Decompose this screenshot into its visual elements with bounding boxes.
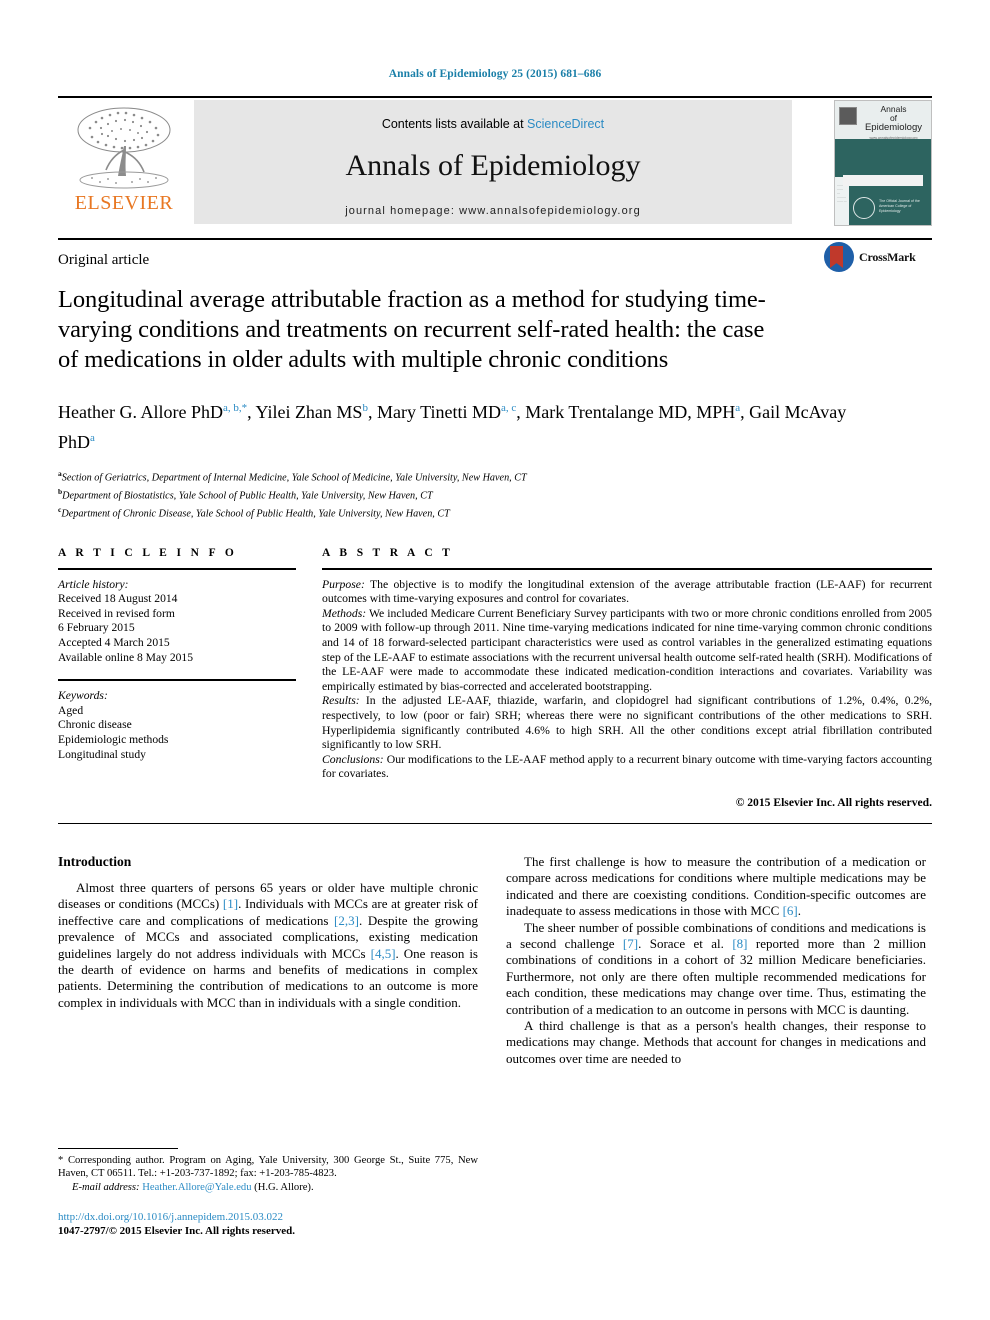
history-item: 6 February 2015 — [58, 621, 135, 635]
journal-title: Annals of Epidemiology — [345, 149, 641, 182]
section-heading-introduction: Introduction — [58, 853, 132, 869]
history-item: Available online 8 May 2015 — [58, 650, 194, 664]
keywords-block: Keywords: Aged Chronic disease Epidemiol… — [58, 689, 296, 762]
affiliation-list: aSection of Geriatrics, Department of In… — [58, 467, 932, 521]
affiliation-text: Department of Chronic Disease, Yale Scho… — [61, 508, 450, 520]
history-item: Accepted 4 March 2015 — [58, 636, 170, 650]
abstract-rule — [322, 567, 932, 570]
doi-block: http://dx.doi.org/10.1016/j.annepidem.20… — [58, 1210, 478, 1238]
journal-band: Contents lists available at ScienceDirec… — [194, 100, 792, 224]
abstract-paragraph: Conclusions: Our modifications to the LE… — [322, 753, 932, 782]
abstract-lead: Conclusions: — [322, 752, 384, 766]
body-paragraph: A third challenge is that as a person's … — [506, 1018, 926, 1066]
doi-link[interactable]: http://dx.doi.org/10.1016/j.annepidem.20… — [58, 1210, 478, 1224]
history-item: Received 18 August 2014 — [58, 592, 178, 606]
affiliation-item: aSection of Geriatrics, Department of In… — [58, 467, 932, 485]
masthead-top-rule — [58, 96, 932, 98]
abstract-text: In the adjusted LE-AAF, thiazide, warfar… — [322, 694, 932, 752]
cover-seal-text: The Official Journal of the American Col… — [879, 199, 920, 213]
crossmark-badge[interactable]: CrossMark — [824, 242, 932, 272]
elsevier-tree-icon — [77, 107, 171, 189]
abstract-paragraph: Purpose: The objective is to modify the … — [322, 578, 932, 607]
cover-title: Annals of Epidemiology www.annalsofepide… — [859, 105, 928, 143]
footnote-rule — [58, 1148, 178, 1149]
abstract-bottom-rule — [58, 822, 932, 824]
citation-ref[interactable]: [8] — [732, 936, 747, 951]
running-head: Annals of Epidemiology 25 (2015) 681–686 — [388, 68, 602, 80]
history-item: Received in revised form — [58, 606, 175, 620]
email-link[interactable]: Heather.Allore@Yale.edu — [142, 1182, 251, 1193]
email-suffix: (H.G. Allore). — [251, 1181, 314, 1193]
journal-homepage[interactable]: journal homepage: www.annalsofepidemiolo… — [194, 205, 792, 217]
corresponding-author-note: * Corresponding author. Program on Aging… — [58, 1154, 478, 1194]
crossmark-icon — [824, 242, 854, 272]
keyword-item: Aged — [58, 703, 84, 717]
crossmark-label: CrossMark — [859, 249, 916, 264]
contents-available-line: Contents lists available at ScienceDirec… — [194, 100, 792, 131]
page-title: Longitudinal average attributable fracti… — [58, 286, 766, 373]
contents-prefix: Contents lists available at — [381, 117, 528, 131]
citation-ref[interactable]: [4,5] — [371, 946, 396, 961]
abstract-column: A B S T R A C T Purpose: The objective i… — [322, 547, 932, 809]
body-paragraph: The sheer number of possible combination… — [506, 919, 926, 1017]
citation-ref[interactable]: [7] — [623, 936, 638, 951]
article-type: Original article — [58, 252, 150, 268]
abstract-text: The objective is to modify the longitudi… — [322, 577, 932, 606]
elsevier-wordmark: ELSEVIER — [74, 192, 174, 214]
affiliation-item: bDepartment of Biostatistics, Yale Schoo… — [58, 485, 932, 503]
cover-strip-lines: —— —— — ——— —— — — [837, 183, 847, 203]
journal-masthead: ELSEVIER Contents lists available at Sci… — [58, 96, 932, 226]
cover-white-band — [843, 175, 923, 186]
cover-line3: Epidemiology — [864, 122, 923, 133]
affiliation-text: Department of Biostatistics, Yale School… — [62, 490, 433, 502]
footnote-block: * Corresponding author. Program on Aging… — [58, 1148, 478, 1238]
elsevier-logo[interactable]: ELSEVIER — [58, 102, 190, 222]
article-header: CrossMark Original article Longitudinal … — [58, 224, 932, 521]
abstract-lead: Results: — [322, 694, 360, 708]
cover-body: —— —— — ——— —— — The Official Journal of t… — [835, 139, 931, 225]
cover-emblem-icon — [839, 107, 857, 125]
abstract-paragraph: Results: In the adjusted LE-AAF, thiazid… — [322, 694, 932, 752]
abstract-body: Purpose: The objective is to modify the … — [322, 578, 932, 782]
cover-seal-icon — [853, 197, 875, 219]
cover-header: Annals of Epidemiology www.annalsofepide… — [835, 101, 931, 140]
abstract-paragraph: Methods: We included Medicare Current Be… — [322, 607, 932, 695]
article-info-column: A R T I C L E I N F O Article history: R… — [58, 547, 296, 809]
citation-ref[interactable]: [1] — [223, 896, 238, 911]
article-history: Article history: Received 18 August 2014… — [58, 578, 296, 666]
article-info-heading: A R T I C L E I N F O — [58, 546, 238, 559]
article-history-label: Article history: — [58, 577, 129, 591]
body-right-column: The first challenge is how to measure th… — [506, 854, 926, 1067]
body-paragraph: The first challenge is how to measure th… — [506, 853, 926, 919]
body-columns: Introduction Almost three quarters of pe… — [58, 854, 932, 1067]
citation-ref[interactable]: [2,3] — [334, 913, 359, 928]
keyword-item: Longitudinal study — [58, 747, 146, 761]
keywords-label: Keywords: — [58, 689, 108, 703]
article-header-top-rule — [58, 238, 932, 240]
author-list: Heather G. Allore PhDa, b,*, Yilei Zhan … — [58, 402, 847, 452]
keyword-item: Chronic disease — [58, 718, 132, 732]
email-label: E-mail address: — [72, 1181, 140, 1193]
corresponding-author-text: * Corresponding author. Program on Aging… — [58, 1155, 478, 1180]
affiliation-item: cDepartment of Chronic Disease, Yale Sch… — [58, 503, 932, 521]
sciencedirect-link[interactable]: ScienceDirect — [527, 117, 604, 131]
body-paragraph: Almost three quarters of persons 65 year… — [58, 879, 479, 1010]
journal-cover-thumbnail[interactable]: Annals of Epidemiology www.annalsofepide… — [834, 100, 932, 226]
article-page: Annals of Epidemiology 25 (2015) 681–686 — [0, 0, 990, 1320]
article-info-rule — [58, 567, 296, 570]
abstract-text: Our modifications to the LE-AAF method a… — [322, 752, 932, 781]
abstract-lead: Methods: — [322, 606, 367, 620]
citation-ref[interactable]: [6] — [783, 903, 798, 918]
abstract-heading: A B S T R A C T — [322, 546, 454, 559]
body-left-column: Introduction Almost three quarters of pe… — [58, 854, 478, 1067]
abstract-copyright: © 2015 Elsevier Inc. All rights reserved… — [735, 795, 932, 809]
abstract-text: We included Medicare Current Beneficiary… — [322, 606, 932, 693]
affiliation-text: Section of Geriatrics, Department of Int… — [61, 472, 527, 484]
issn-copyright: 1047-2797/© 2015 Elsevier Inc. All right… — [58, 1225, 295, 1238]
abstract-lead: Purpose: — [322, 577, 365, 591]
info-abstract-section: A R T I C L E I N F O Article history: R… — [58, 547, 932, 809]
article-info-separator — [58, 679, 296, 682]
keyword-item: Epidemiologic methods — [58, 733, 169, 747]
